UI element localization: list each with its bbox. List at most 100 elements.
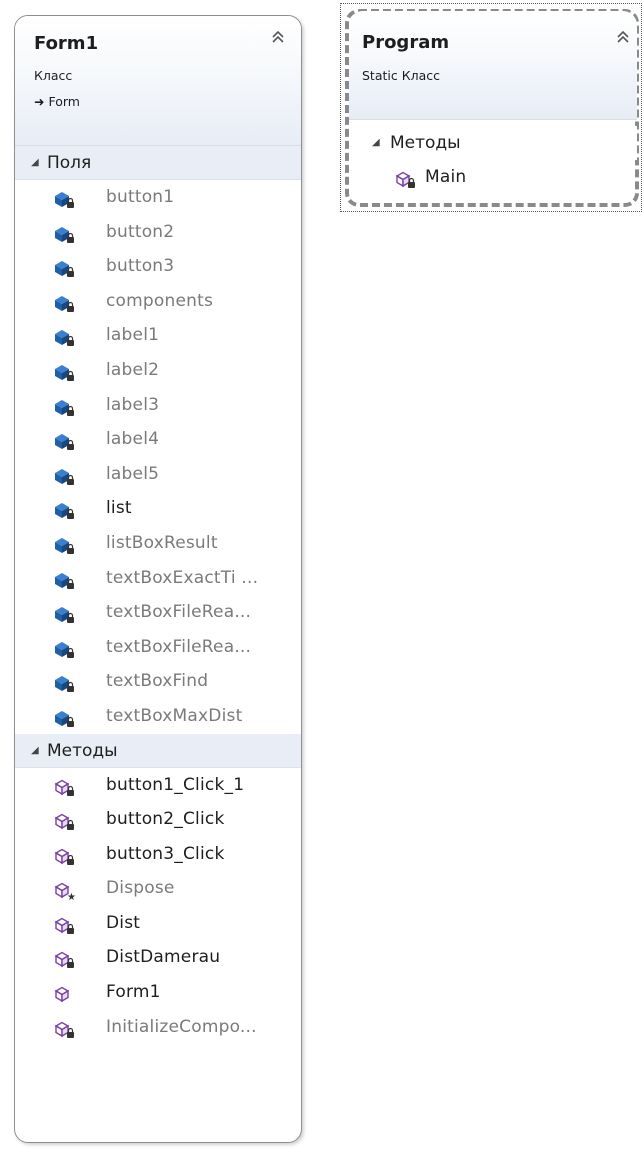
field-item[interactable]: components xyxy=(15,284,301,319)
field-private-icon xyxy=(53,707,79,727)
section-methods[interactable]: ◢ Методы xyxy=(15,733,301,768)
method-item[interactable]: DistDamerau xyxy=(15,940,301,975)
method-item[interactable]: Main xyxy=(349,160,637,195)
field-private-icon xyxy=(53,638,79,658)
field-private-icon xyxy=(53,534,79,554)
member-name: textBoxFileRea... xyxy=(106,636,252,657)
class-header[interactable]: Form1 Класс ➜ Form xyxy=(15,16,301,146)
field-private-icon xyxy=(53,603,79,624)
method-item[interactable]: ★ Dispose xyxy=(15,871,301,906)
member-name: button3 xyxy=(106,256,175,277)
field-private-icon xyxy=(53,257,79,278)
field-item[interactable]: label5 xyxy=(15,457,301,492)
field-private-icon xyxy=(53,672,79,693)
member-name: Main xyxy=(425,167,467,187)
field-item[interactable]: textBoxFileRea... xyxy=(15,595,301,630)
member-name: label3 xyxy=(106,394,160,415)
base-class: ➜ Form xyxy=(34,94,80,109)
member-name: textBoxExactTi ... xyxy=(106,567,259,588)
methods-list: button1_Click_1 button2_Click button3_Clic… xyxy=(15,768,301,1045)
double-chevron-up-icon[interactable] xyxy=(616,30,630,47)
method-icon xyxy=(53,1018,79,1038)
method-item[interactable]: button1_Click_1 xyxy=(15,768,301,803)
field-item[interactable]: label2 xyxy=(15,353,301,388)
field-private-icon xyxy=(53,326,79,347)
member-name: components xyxy=(106,290,214,311)
class-title: Program xyxy=(362,32,450,53)
member-name: list xyxy=(106,498,132,519)
member-name: label4 xyxy=(106,429,160,450)
field-private-icon xyxy=(53,430,79,451)
field-item[interactable]: button2 xyxy=(15,215,301,250)
member-name: button3_Click xyxy=(106,843,225,864)
member-name: textBoxMaxDist xyxy=(106,705,243,726)
member-name: button1_Click_1 xyxy=(106,774,245,795)
method-icon xyxy=(53,810,79,831)
class-title: Form1 xyxy=(34,33,99,54)
field-item[interactable]: label3 xyxy=(15,388,301,423)
member-name: listBoxResult xyxy=(106,532,218,553)
section-methods[interactable]: ◢ Методы xyxy=(349,126,637,160)
field-item[interactable]: textBoxMaxDist xyxy=(15,699,301,734)
method-item[interactable]: button3_Click xyxy=(15,837,301,872)
triangle-expanded-icon[interactable]: ◢ xyxy=(31,734,39,768)
section-label: Методы xyxy=(47,740,118,761)
member-name: button2 xyxy=(106,221,175,242)
field-private-icon xyxy=(53,396,79,416)
field-private-icon xyxy=(53,361,79,381)
field-item[interactable]: textBoxFind xyxy=(15,664,301,699)
field-private-icon xyxy=(53,223,79,243)
field-item[interactable]: list xyxy=(15,491,301,526)
member-name: Dist xyxy=(106,912,141,933)
member-name: textBoxFind xyxy=(106,671,209,692)
class-shape-form1[interactable]: Form1 Класс ➜ Form ◢ Поля button1 button2… xyxy=(14,15,302,1143)
method-item[interactable]: Dist xyxy=(15,906,301,941)
member-name: label5 xyxy=(106,463,160,484)
member-name: label2 xyxy=(106,359,160,380)
section-fields[interactable]: ◢ Поля xyxy=(15,146,301,180)
member-name: InitializeCompo... xyxy=(106,1016,257,1037)
field-private-icon xyxy=(53,188,79,208)
field-item[interactable]: textBoxFileRea... xyxy=(15,630,301,665)
field-item[interactable]: button1 xyxy=(15,180,301,215)
field-item[interactable]: label4 xyxy=(15,422,301,457)
member-name: button2_Click xyxy=(106,809,225,830)
base-class-name: Form xyxy=(48,94,80,109)
svg-text:★: ★ xyxy=(67,892,76,901)
field-private-icon xyxy=(53,465,79,485)
class-kind: Класс xyxy=(34,68,73,83)
class-kind: Static Класс xyxy=(362,68,440,83)
field-item[interactable]: textBoxExactTi ... xyxy=(15,561,301,596)
triangle-expanded-icon[interactable]: ◢ xyxy=(372,126,380,160)
fields-list: button1 button2 button3 components label1 lab… xyxy=(15,180,301,734)
method-icon: ★ xyxy=(53,879,79,903)
member-name: label1 xyxy=(106,325,160,346)
field-item[interactable]: listBoxResult xyxy=(15,526,301,561)
triangle-expanded-icon[interactable]: ◢ xyxy=(31,146,39,180)
section-label: Методы xyxy=(390,133,461,153)
member-name: button1 xyxy=(106,187,175,207)
member-name: Dispose xyxy=(106,878,175,899)
method-icon xyxy=(53,845,79,865)
member-name: Form1 xyxy=(106,982,161,1003)
field-item[interactable]: button3 xyxy=(15,249,301,284)
method-icon xyxy=(394,168,420,188)
method-icon xyxy=(53,983,79,1003)
field-private-icon xyxy=(53,499,79,520)
method-item[interactable]: InitializeCompo... xyxy=(15,1010,301,1045)
method-icon xyxy=(53,948,79,969)
method-icon xyxy=(53,914,79,934)
member-name: textBoxFileRea... xyxy=(106,602,252,623)
method-item[interactable]: button2_Click xyxy=(15,802,301,837)
section-label: Поля xyxy=(47,153,92,173)
member-name: DistDamerau xyxy=(106,947,221,968)
method-item[interactable]: Form1 xyxy=(15,975,301,1010)
class-header[interactable]: Program Static Класс xyxy=(349,11,637,120)
class-shape-program[interactable]: Program Static Класс ◢ Методы Main xyxy=(349,11,637,207)
arrow-right-icon: ➜ xyxy=(34,94,49,109)
field-private-icon xyxy=(53,292,79,312)
double-chevron-up-icon[interactable] xyxy=(271,30,285,47)
method-icon xyxy=(53,776,79,796)
field-private-icon xyxy=(53,569,79,589)
field-item[interactable]: label1 xyxy=(15,318,301,353)
